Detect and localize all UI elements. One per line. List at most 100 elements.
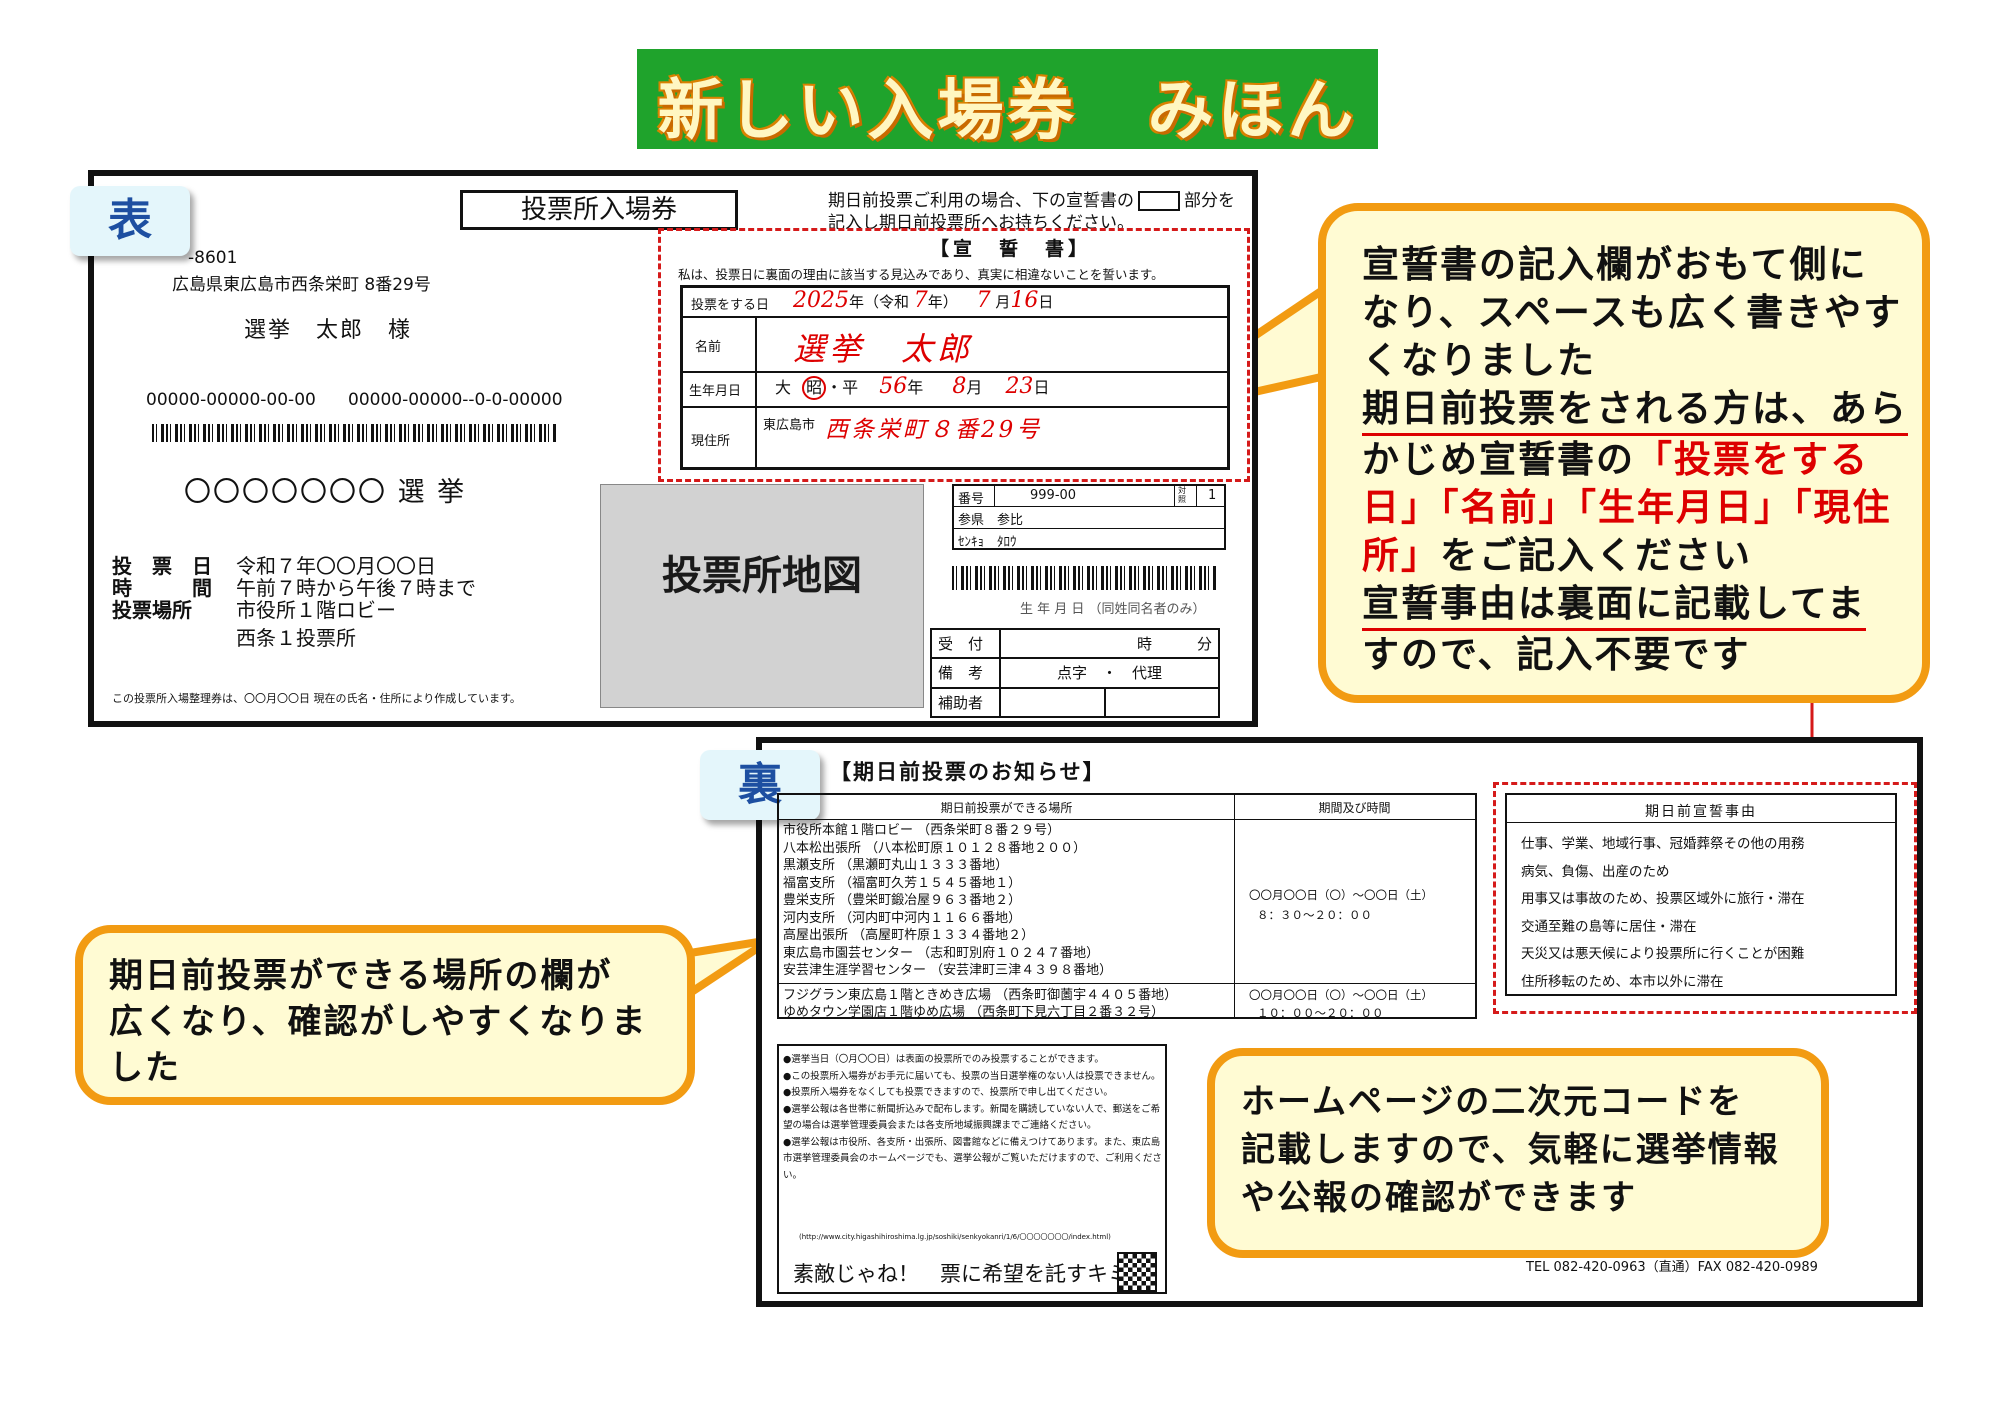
callout-line: した xyxy=(109,1048,181,1088)
recipient-name: 選挙 太郎 様 xyxy=(244,318,413,343)
callout-line: 期日前投票ができる場所の欄が xyxy=(109,956,613,996)
place-item: 東広島市園芸センター （志和町別府１０２４７番地） xyxy=(783,945,1100,961)
place-label: 投票場所 xyxy=(112,598,192,622)
postal-code: -8601 xyxy=(188,248,238,268)
oath-birth-year-suffix: 年 xyxy=(907,378,924,397)
callout-line: すので、記入不要です xyxy=(1362,633,1751,676)
oath-date-era-prefix: 年（令和 xyxy=(849,293,910,311)
oath-date-row[interactable]: 2025年（令和 7年） 7 月16日 xyxy=(793,288,1053,313)
map-placeholder: 投票所地図 xyxy=(600,484,924,708)
oath-name-label: 名前 xyxy=(695,340,722,355)
callout-qr-text: ホームページの二次元コードを 記載しますので、気軽に選挙情報 や公報の確認ができ… xyxy=(1241,1078,1780,1222)
callout-oath-text: 宣誓書の記入欄がおもて側に なり、スペースも広く書きやす くなりました 期日前投… xyxy=(1362,241,1908,679)
oath-statement: 私は、投票日に裏面の理由に該当する見込みであり、真実に相違ないことを誓います。 xyxy=(678,267,1164,282)
reception-accept-label: 受 付 xyxy=(930,627,1001,660)
oath-form: 投票をする日 2025年（令和 7年） 7 月16日 名前 選挙 太郎 生年月日… xyxy=(680,285,1230,470)
reception-assist-label: 補助者 xyxy=(930,686,1001,719)
oath-title: 【宣 誓 書】 xyxy=(930,238,1092,260)
place-item: 市役所本館１階ロビー （西条栄町８番２９号） xyxy=(783,823,1061,838)
period-1-days: 〇〇月〇〇日（〇）～〇〇日（土） xyxy=(1249,888,1433,902)
place-item: 安芸津生涯学習センター （安芸津町三津４３９８番地） xyxy=(783,963,1113,978)
oath-date-month-suffix: 月 xyxy=(995,293,1011,311)
voter-info-box: 番号 999-00 対 照 1 参県 参比 ｾﾝｷｮ ﾀﾛｳ xyxy=(952,484,1226,550)
callout-line: ホームページの二次元コードを xyxy=(1241,1082,1744,1122)
callout-line: なり、スペースも広く書きやす xyxy=(1362,291,1903,334)
col-place-header: 期日前投票ができる場所 xyxy=(940,801,1073,815)
oath-birth-year: 56 xyxy=(879,374,908,399)
callout-line-red: 日」「名前」「生年月日」「現住 xyxy=(1362,486,1892,529)
reason-item: 住所移転のため、本市以外に滞在 xyxy=(1521,973,1724,990)
places-list: 市役所本館１階ロビー （西条栄町８番２９号） 八本松出張所 （八本松町原１０１２… xyxy=(783,822,1112,980)
homepage-url[interactable]: (http://www.city.higashihiroshima.lg.jp/… xyxy=(799,1232,1111,1242)
barcode xyxy=(152,424,557,442)
callout-line: 広くなり、確認がしやすくなりま xyxy=(109,1002,648,1042)
callout-line-underlined: 期日前投票をされる方は、あら xyxy=(1362,385,1908,436)
callout-line: や公報の確認ができます xyxy=(1241,1178,1637,1218)
col-period-header: 期間及び時間 xyxy=(1318,801,1391,815)
oath-birth-era-b: 昭 xyxy=(802,376,827,400)
oath-birth-day-suffix: 日 xyxy=(1033,378,1050,397)
voter-id-left: 00000-00000-00-00 xyxy=(146,390,316,410)
oath-date-month: 7 xyxy=(976,288,991,313)
front-note-line1-tail: 部分を xyxy=(1184,191,1235,211)
note-item: ●選挙公報は市役所、各支所・出張所、図書館などに備えつけてあります。また、東広島… xyxy=(783,1136,1162,1181)
notes-box: ●選挙当日（〇月〇〇日）は表面の投票所でのみ投票することができます。 ●この投票… xyxy=(777,1044,1167,1294)
place-value-1: 市役所１階ロビー xyxy=(236,598,396,622)
reason-item: 天災又は悪天候により投票所に行くことが困難 xyxy=(1521,946,1805,962)
place-item: フジグラン東広島１階ときめき広場 （西条町御薗宇４４０５番地） xyxy=(783,988,1178,1003)
note-item: ●選挙当日（〇月〇〇日）は表面の投票所でのみ投票することができます。 xyxy=(783,1054,1104,1065)
voter-count-label: 対 照 xyxy=(1178,486,1186,504)
callout-oath-info: 宣誓書の記入欄がおもて側に なり、スペースも広く書きやす くなりました 期日前投… xyxy=(1318,203,1930,703)
oath-date-era-suffix: 年） xyxy=(927,293,958,311)
reception-remarks-value: 点字 ・ 代理 xyxy=(999,657,1220,689)
callout-line: 記載しますので、気軽に選挙情報 xyxy=(1241,1130,1780,1170)
reason-item: 仕事、学業、地域行事、冠婚葬祭その他の用務 xyxy=(1521,836,1805,852)
place-item: 黒瀬支所 （黒瀬町丸山１３３３番地） xyxy=(783,858,1009,873)
contact-tel-fax: TEL 082-420-0963（直通）FAX 082-420-0989 xyxy=(1526,1260,1818,1275)
place-value-2: 西条１投票所 xyxy=(236,626,356,650)
outline-box-icon xyxy=(1138,191,1180,211)
callout-line-red: 所」 xyxy=(1362,534,1440,577)
oath-name-value[interactable]: 選挙 太郎 xyxy=(793,324,973,370)
oath-date-year: 2025 xyxy=(793,288,849,313)
note-item: ●この投票所入場券がお手元に届いても、投票の当日選挙権のない人は投票できません。 xyxy=(783,1070,1161,1082)
oath-date-era: 7 xyxy=(913,288,928,313)
callout-line: かじめ宣誓書の xyxy=(1362,438,1635,481)
election-name: 〇〇〇〇〇〇〇 選 挙 xyxy=(184,477,467,508)
reception-accept-value: 時 分 xyxy=(999,627,1220,660)
voter-number-value: 999-00 xyxy=(1030,488,1077,503)
reason-item: 用事又は事故のため、投票区域外に旅行・滞在 xyxy=(1521,891,1805,907)
oath-date-day: 16 xyxy=(1010,288,1039,313)
period-2-days: 〇〇月〇〇日（〇）～〇〇日（土） xyxy=(1249,988,1433,1002)
place-item: 河内支所 （河内町中河内１１６６番地） xyxy=(783,910,1022,926)
oath-address-value[interactable]: 西条栄町８番29号 xyxy=(825,410,1042,444)
oath-birth-month: 8 xyxy=(952,374,967,399)
oath-date-label: 投票をする日 xyxy=(691,298,770,313)
reasons-list: 仕事、学業、地域行事、冠婚葬祭その他の用務 病気、負傷、出産のため 用事又は事故… xyxy=(1521,831,1805,996)
oath-birth-day: 23 xyxy=(1005,374,1034,399)
oath-address-label: 現住所 xyxy=(691,434,731,449)
callout-places-info: 期日前投票ができる場所の欄が 広くなり、確認がしやすくなりま した xyxy=(75,925,695,1105)
period-2-hours: １０：００～２０：００ xyxy=(1257,1006,1384,1020)
barcode-2 xyxy=(952,566,1217,590)
place-item: 八本松出張所 （八本松町原１０１２８番地２００） xyxy=(783,840,1087,856)
place-item: 高屋出張所 （高屋町杵原１３３４番地２） xyxy=(783,928,1035,943)
voter-number-label: 番号 xyxy=(958,492,985,507)
notes-list: ●選挙当日（〇月〇〇日）は表面の投票所でのみ投票することができます。 ●この投票… xyxy=(783,1052,1163,1184)
callout-qr-info: ホームページの二次元コードを 記載しますので、気軽に選挙情報 や公報の確認ができ… xyxy=(1207,1048,1829,1258)
voter-count-value: 1 xyxy=(1208,488,1217,503)
reasons-box: 期日前宣誓事由 仕事、学業、地域行事、冠婚葬祭その他の用務 病気、負傷、出産のた… xyxy=(1505,793,1897,996)
callout-line: 宣誓書の記入欄がおもて側に xyxy=(1362,243,1868,286)
places-table: 期日前投票ができる場所 期間及び時間 市役所本館１階ロビー （西条栄町８番２９号… xyxy=(777,793,1477,1021)
qr-code-icon[interactable] xyxy=(1117,1252,1157,1292)
callout-line-red: 「投票をする xyxy=(1635,438,1869,481)
oath-birth-month-suffix: 月 xyxy=(966,378,983,397)
oath-birth-label: 生年月日 xyxy=(689,384,742,399)
slogan: 素敵じゃね！ 票に希望を託すキミ xyxy=(793,1262,1129,1286)
oath-birth-row[interactable]: 大 昭・平 56年 8月 23日 xyxy=(775,374,1049,400)
map-label: 投票所地図 xyxy=(662,553,862,599)
reception-table: 受 付時 分 備 考点字 ・ 代理 補助者 xyxy=(930,627,1220,719)
places-list-2: フジグラン東広島１階ときめき広場 （西条町御薗宇４４０５番地） ゆめタウン学園店… xyxy=(783,987,1177,1021)
front-footnote: この投票所入場整理券は、〇〇月〇〇日 現在の氏名・住所により作成しています。 xyxy=(112,692,521,705)
voter-name-kanji: 参県 参比 xyxy=(958,513,1024,528)
